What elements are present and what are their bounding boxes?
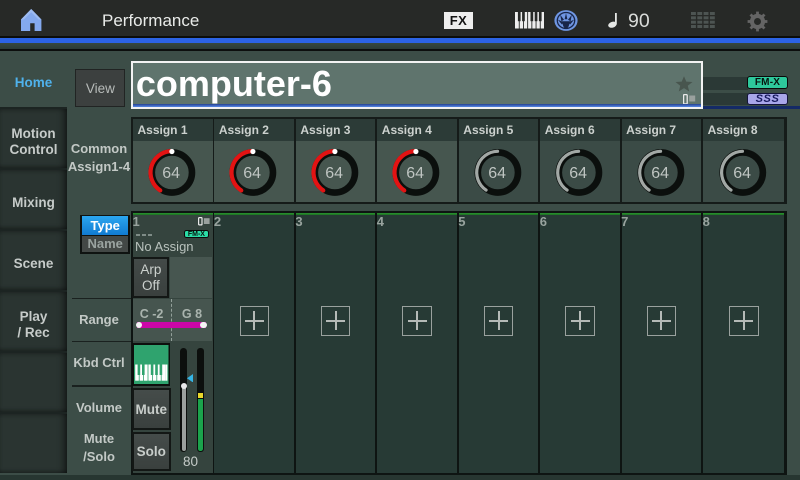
svg-text:64: 64 bbox=[325, 165, 343, 182]
svg-text:64: 64 bbox=[488, 165, 506, 182]
svg-text:64: 64 bbox=[407, 165, 425, 182]
svg-text:64: 64 bbox=[162, 165, 180, 182]
svg-text:64: 64 bbox=[569, 165, 587, 182]
svg-text:64: 64 bbox=[733, 165, 751, 182]
svg-text:64: 64 bbox=[651, 165, 669, 182]
svg-text:64: 64 bbox=[244, 165, 262, 182]
